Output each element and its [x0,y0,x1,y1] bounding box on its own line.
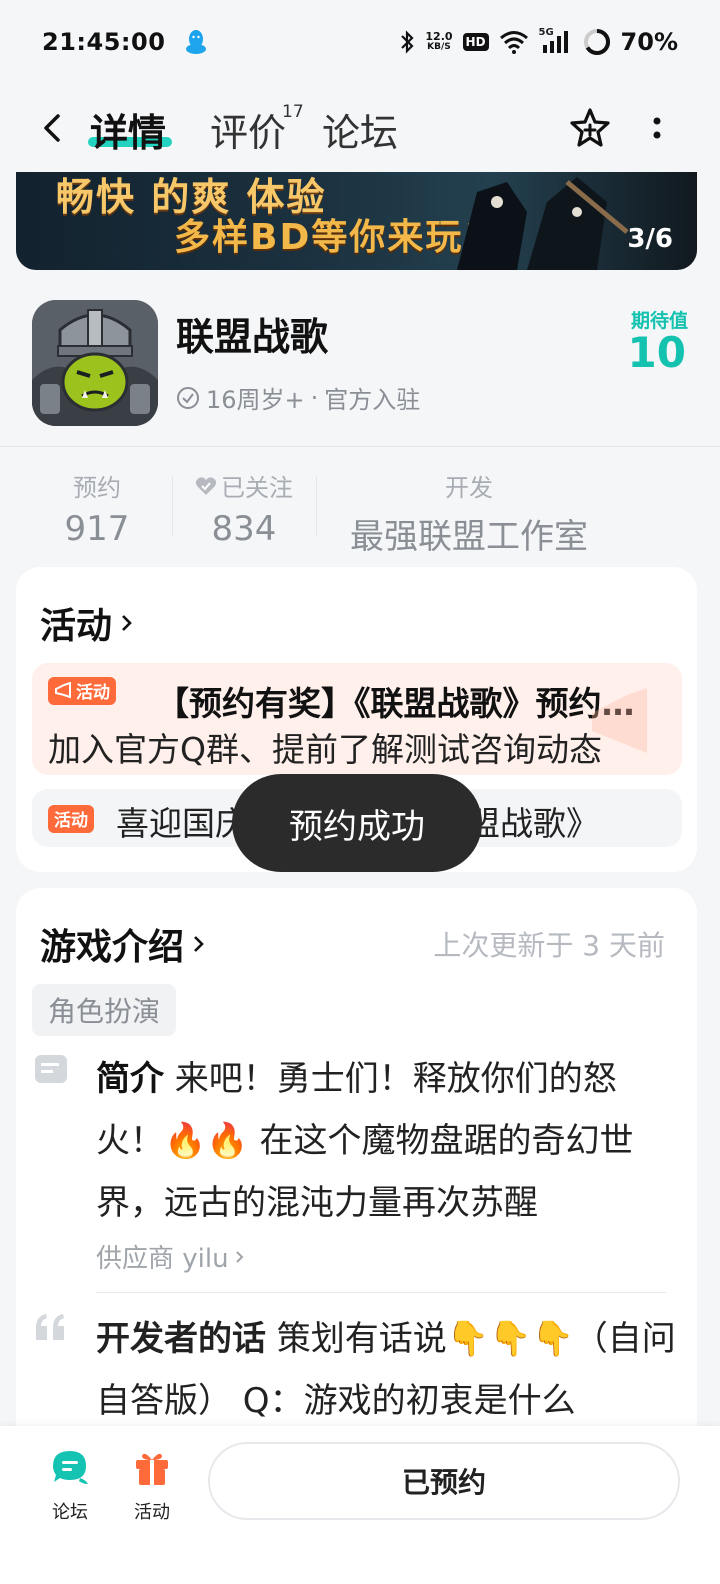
net-speed-unit: KB/S [427,42,451,52]
supplier-label: 供应商 yilu [96,1244,229,1274]
activity-item[interactable]: 活动 【预约有奖】《联盟战歌》预约开启 加入官方Q群、提前了解测试咨询动态 [32,663,682,775]
tab-reviews-label: 评价 [210,111,287,155]
gift-icon [136,1453,168,1485]
stat-followers-label: 已关注 [221,474,293,502]
reserved-button[interactable]: 已预约 [208,1442,680,1520]
qq-penguin-icon [186,30,207,54]
chevron-right-icon [194,936,204,952]
wifi-icon [499,31,528,54]
meta-separator: · [310,383,319,412]
banner-page-indicator: 3/6 [627,224,673,254]
stat-developer[interactable]: 开发 最强联盟工作室 [326,468,612,558]
quote-icon [36,1314,64,1340]
banner-line2: 多样BD等你来玩! [174,217,482,258]
tab-forum-label: 论坛 [322,111,399,155]
dev-notes-label: 开发者的话 [96,1319,266,1359]
supplier-link[interactable]: 供应商 yilu [96,1238,245,1275]
activity-title: 活动 [40,606,113,647]
activity-badge: 活动 [48,677,116,705]
tab-detail[interactable]: 详情 [88,102,172,157]
stat-developer-label: 开发 [445,474,493,502]
chevron-right-icon [122,615,132,631]
bluetooth-icon [401,30,414,54]
forum-chat-icon [53,1451,88,1484]
toast-message: 预约成功 [232,774,482,872]
forum-button[interactable]: 论坛 [30,1448,110,1524]
intro-section-header[interactable]: 游戏介绍 [40,918,206,970]
status-time: 21:45:00 [42,28,166,56]
game-meta: 16周岁+ · 官方入驻 [176,380,420,415]
divider [0,446,720,447]
hd-badge: HD [462,33,489,51]
stat-reservations-label: 预约 [73,474,121,502]
summary-label: 简介 [96,1059,164,1099]
expect-value: 10 [627,328,686,377]
bottom-action-bar: 论坛 活动 已预约 [0,1426,720,1584]
top-nav: 详情 评价 17 论坛 [0,92,720,164]
divider [96,1292,666,1293]
activity-badge-label: 活动 [54,811,88,831]
banner-characters-image [457,177,629,270]
activity-section-header[interactable]: 活动 [40,597,134,649]
battery-ring-icon [583,28,610,55]
activity-badge: 活动 [48,805,94,833]
battery-percent: 70% [620,28,678,56]
megaphone-watermark-icon [592,688,647,753]
tab-reviews[interactable]: 评价 17 [210,102,304,157]
tab-forum[interactable]: 论坛 [322,102,398,157]
game-title: 联盟战歌 [176,315,329,359]
summary-text: 来吧！勇士们！释放你们的怒火！🔥🔥 在这个魔物盘踞的奇幻世界，远古的混沌力量再次… [96,1059,634,1223]
game-app-icon [32,300,158,426]
age-rating: 16周岁+ [206,386,305,414]
activity-button[interactable]: 活动 [112,1448,192,1524]
intro-title: 游戏介绍 [40,927,185,968]
tab-detail-label: 详情 [90,111,167,155]
summary-doc-icon [35,1055,67,1083]
heart-icon [195,476,217,495]
stat-divider [172,476,173,536]
stat-followers[interactable]: 已关注 834 [186,468,302,549]
stat-followers-value: 834 [211,509,277,549]
genre-tag[interactable]: 角色扮演 [32,984,177,1036]
status-indicators: 12.0 KB/S HD 5G 70% [399,27,678,56]
cell-signal: 5G [539,27,573,55]
game-summary[interactable]: 简介 来吧！勇士们！释放你们的怒火！🔥🔥 在这个魔物盘踞的奇幻世界，远古的混沌力… [96,1048,676,1234]
stat-divider [316,476,317,536]
banner-carousel[interactable]: 畅快 的爽 体验 多样BD等你来玩! 3/6 [16,172,697,270]
status-bar: 21:45:00 12.0 KB/S HD 5G 70% [0,0,720,84]
activity-button-label: 活动 [134,1502,170,1523]
chevron-right-icon [235,1250,243,1263]
forum-button-label: 论坛 [52,1502,88,1523]
orc-warrior-image [32,300,158,426]
reviews-count: 17 [282,102,304,122]
stat-developer-value: 最强联盟工作室 [350,517,588,557]
developer-notes[interactable]: 开发者的话 策划有话说👇👇👇（自问自答版） Q：游戏的初衷是什么 [96,1308,676,1432]
net-speed: 12.0 KB/S [425,31,452,53]
official-label: 官方入驻 [324,386,421,414]
stat-reservations-value: 917 [64,509,130,549]
game-intro-card: 游戏介绍 上次更新于 3 天前 角色扮演 简介 来吧！勇士们！释放你们的怒火！🔥… [16,888,697,1448]
back-arrow-icon[interactable] [36,108,68,148]
favorite-star-icon[interactable] [568,106,612,150]
more-options-icon[interactable] [644,106,670,150]
activity-item-subtitle: 加入官方Q群、提前了解测试咨询动态 [48,730,602,769]
check-circle-icon [177,386,199,409]
activity-badge-label: 活动 [76,683,110,703]
last-updated: 上次更新于 3 天前 [433,929,665,962]
signal-bars-icon [542,31,568,53]
stat-reservations: 预约 917 [52,468,142,549]
megaphone-icon [55,681,71,698]
